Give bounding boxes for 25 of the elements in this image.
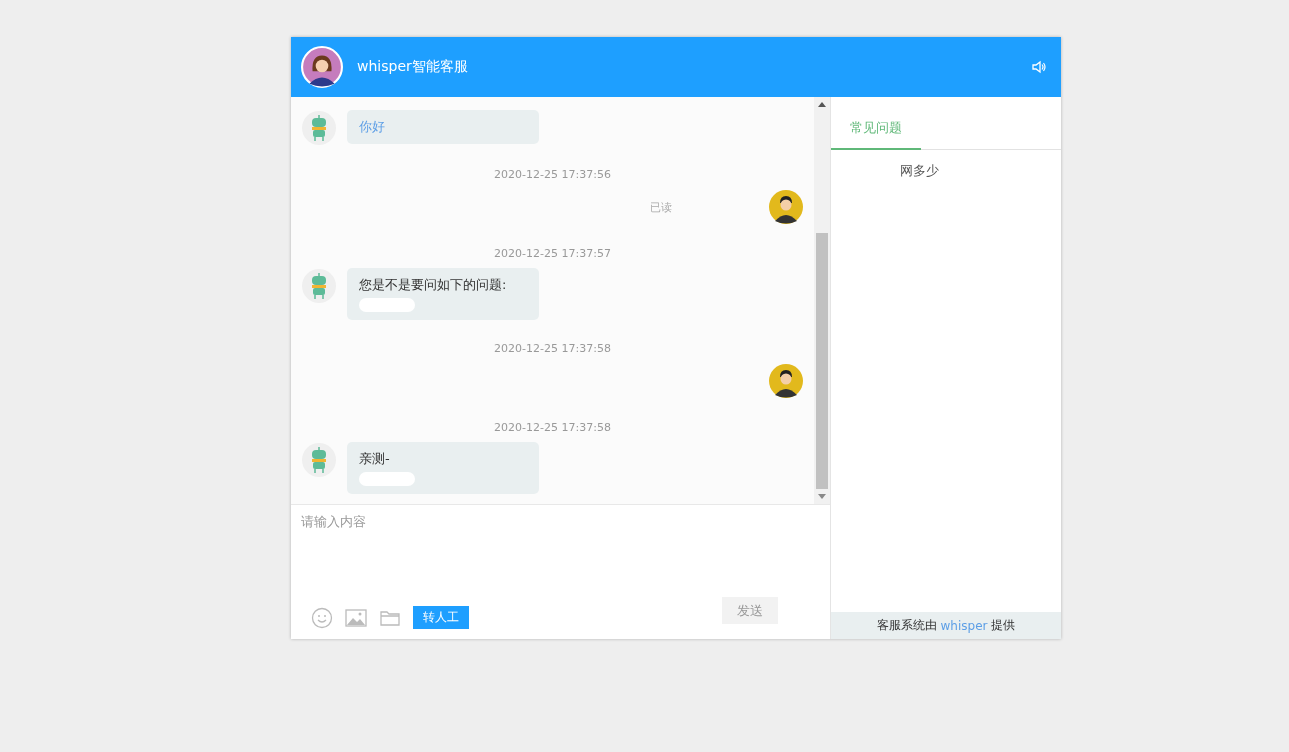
footer-text: 提供 xyxy=(991,617,1016,634)
message-timestamp: 2020-12-25 17:37:56 xyxy=(493,168,612,181)
message-timestamp: 2020-12-25 17:37:58 xyxy=(493,342,612,355)
robot-avatar-icon xyxy=(301,268,337,304)
message-link[interactable]: 你好 xyxy=(359,118,527,136)
user-avatar-icon xyxy=(768,189,804,225)
robot-avatar-icon xyxy=(301,110,337,146)
message-timestamp: 2020-12-25 17:37:57 xyxy=(493,247,612,260)
message-text: 亲测- xyxy=(359,450,391,468)
footer-link[interactable]: whisper xyxy=(940,618,988,633)
window-title: whisper智能客服 xyxy=(357,58,469,76)
transfer-to-agent-button[interactable]: 转人工 xyxy=(413,606,469,629)
footer-text: 客服系统由 xyxy=(876,617,937,634)
read-status: 已读 xyxy=(650,199,672,215)
agent-avatar-icon xyxy=(301,46,343,88)
robot-avatar-icon xyxy=(301,442,337,478)
faq-item[interactable]: 网多少 xyxy=(900,162,1061,180)
scrollbar[interactable] xyxy=(814,97,830,504)
faq-tab[interactable]: 常见问题 xyxy=(831,109,921,150)
smiley-icon[interactable] xyxy=(311,606,333,629)
speaker-icon[interactable] xyxy=(1031,59,1047,75)
message-timestamp: 2020-12-25 17:37:58 xyxy=(493,421,612,434)
message-text: 您是不是要问如下的问题: xyxy=(359,276,508,294)
user-avatar-icon xyxy=(768,363,804,399)
image-icon[interactable] xyxy=(345,606,367,629)
